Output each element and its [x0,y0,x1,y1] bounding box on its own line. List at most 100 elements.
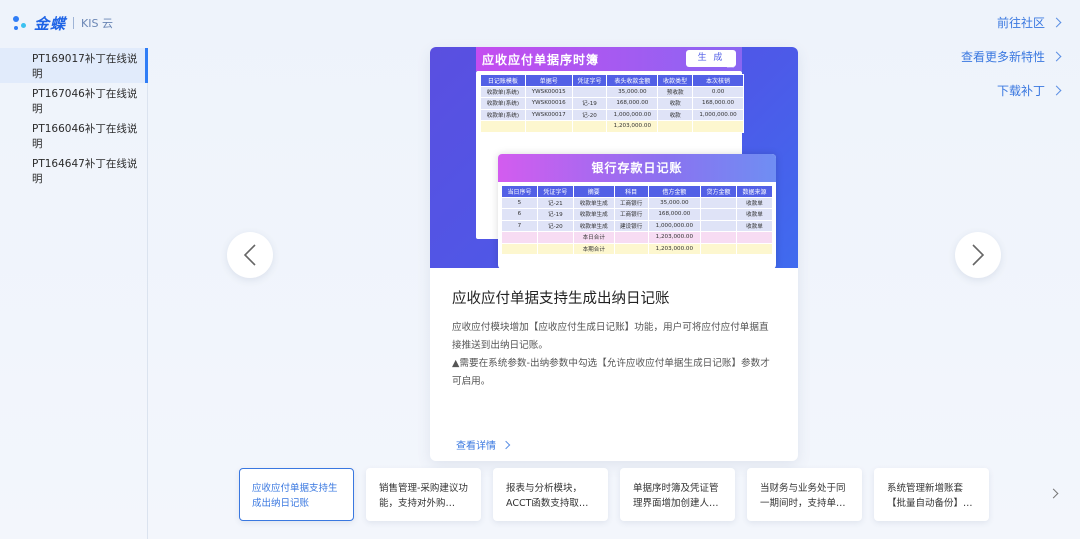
table-cell [571,120,608,133]
table-cell [700,208,737,221]
journal-panel: 银行存款日记账 当日序号 凭证字号 摘要 科目 借方金额 贷方金额 数据来源 5 记-21 收款… [498,154,776,268]
thumbnails-next-button[interactable] [1048,488,1060,500]
thumbnail-item[interactable]: 当财务与业务处于同一期间时，支持单… [747,468,862,521]
table-cell: 记-21 [536,196,574,209]
table-cell: 168,000.00 [692,97,744,110]
table-cell: 35,000.00 [647,196,702,209]
table-cell [536,242,574,255]
table-cell [613,242,649,255]
thumbnail-label: 应收应付单据支持生成出纳日记账 [252,483,338,509]
table-cell: 收款单 [736,196,773,209]
more-features-link[interactable]: 查看更多新特性 [960,48,1062,65]
table-row: 收款单(系统) YWSK00016 记-19 168,000.00 收款 168,000.… [480,97,744,110]
table-cell: 1,203,000.00 [647,231,702,244]
thumbnail-label: 销售管理-采购建议功能，支持对外购… [379,483,468,509]
table-header-cell: 凭证字号 [536,185,574,198]
chevron-right-icon [1048,488,1059,499]
sidebar-item-pt164647[interactable]: PT164647补丁在线说明 [0,153,147,188]
table-header-cell: 借方金额 [647,185,702,198]
table-cell: 工商银行 [613,196,649,209]
hand-cursor-icon: ☝ [726,56,735,72]
table-cell: 0.00 [692,85,744,98]
table-cell: YWSK00017 [524,108,573,121]
table-row: 5 记-21 收款单生成 工商银行 35,000.00 收款单 [501,196,773,209]
feature-card: 应收应付单据序时簿 生 成 ☝ 日记账模板 单据号 凭证字号 表头收款金额 收款类型 本次… [430,47,798,461]
thumbnail-item[interactable]: 单据序时簿及凭证管理界面增加创建人… [620,468,735,521]
table-header-cell: 贷方金额 [700,185,737,198]
thumbnail-item[interactable]: 销售管理-采购建议功能，支持对外购… [366,468,481,521]
table-cell: 收款 [657,108,694,121]
sidebar-item-pt167046[interactable]: PT167046补丁在线说明 [0,83,147,118]
thumbnail-label: 单据序时簿及凭证管理界面增加创建人… [633,483,719,509]
table-cell: 收款单生成 [572,219,615,232]
chevron-right-icon [1051,85,1062,96]
table-header-cell: 科目 [613,185,649,198]
product-name: KIS 云 [81,17,113,30]
table-cell: 收款单(系统) [480,108,526,121]
table-header-cell: 数据来源 [736,185,773,198]
community-link[interactable]: 前往社区 [961,14,1062,31]
more-features-link-label: 查看更多新特性 [960,50,1045,64]
table-row: 收款单(系统) YWSK00015 35,000.00 预收款 0.00 [480,85,744,98]
table-header-cell: 摘要 [572,185,615,198]
table-cell: 本期合计 [572,242,615,255]
thumbnail-label: 当财务与业务处于同一期间时，支持单… [760,483,846,509]
table-cell: 本日合计 [572,231,615,244]
thumbnail-item[interactable]: 应收应付单据支持生成出纳日记账 [239,468,354,521]
table-cell [700,242,737,255]
feature-thumbnails: 应收应付单据支持生成出纳日记账 销售管理-采购建议功能，支持对外购… 报表与分析… [239,468,989,521]
table-row: 1,203,000.00 [480,120,744,133]
table-cell: 1,000,000.00 [647,219,702,232]
chevron-right-icon [1051,51,1062,62]
table-row: 6 记-19 收款单生成 工商银行 168,000.00 收款单 [501,208,773,221]
table-cell: 1,000,000.00 [606,108,659,121]
thumbnail-item[interactable]: 系统管理新增账套【批量自动备份】… [874,468,989,521]
table-header-cell: 单据号 [524,74,573,87]
table-cell: 收款单 [736,208,773,221]
table-header-cell: 收款类型 [657,74,694,87]
sidebar-item-label: PT164647补丁在线说明 [32,157,138,185]
table-row: 本日合计 1,203,000.00 [501,231,773,244]
table-cell: 35,000.00 [606,85,659,98]
table-cell: YWSK00016 [524,97,573,110]
carousel-prev-button[interactable] [227,232,273,278]
table-row: 本期合计 1,203,000.00 [501,242,773,255]
sidebar-item-label: PT166046补丁在线说明 [32,122,138,150]
table-cell: 收款单 [736,219,773,232]
table-cell: 工商银行 [613,208,649,221]
table-cell [700,231,737,244]
card-desc-line2: ▲需要在系统参数-出纳参数中勾选【允许应收应付单据生成日记账】参数才可启用。 [452,358,770,387]
table-cell: 1,000,000.00 [692,108,744,121]
table-cell: 收款单生成 [572,196,615,209]
table-row: 7 记-20 收款单生成 建设银行 1,000,000.00 收款单 [501,219,773,232]
download-patch-link-label: 下载补丁 [996,84,1045,98]
brand-logo[interactable]: 金蝶 KIS 云 [12,12,113,34]
table-cell: 7 [501,219,538,232]
table-cell [736,231,773,244]
chevron-left-icon [243,244,256,266]
table-cell: 6 [501,208,538,221]
right-links: 前往社区 查看更多新特性 下载补丁 [960,14,1062,116]
table-cell [571,85,608,98]
table-cell: 记-19 [536,208,574,221]
sidebar-item-pt166046[interactable]: PT166046补丁在线说明 [0,118,147,153]
table-cell: YWSK00015 [524,85,573,98]
feature-screenshot-image: 应收应付单据序时簿 生 成 ☝ 日记账模板 单据号 凭证字号 表头收款金额 收款类型 本次… [430,47,798,268]
download-patch-link[interactable]: 下载补丁 [961,82,1062,99]
table-header-cell: 表头收款金额 [606,74,659,87]
thumbnail-label: 系统管理新增账套【批量自动备份】… [887,483,973,509]
view-details-link[interactable]: 查看详情 [456,437,511,452]
carousel-next-button[interactable] [955,232,1001,278]
table-cell [536,231,574,244]
card-description: 应收应付模块增加【应收应付生成日记账】功能，用户可将应付应付单据直接推送到出纳日… [452,319,776,391]
sidebar-item-pt169017[interactable]: PT169017补丁在线说明 [0,48,148,83]
community-link-label: 前往社区 [996,16,1045,30]
table-cell [692,120,744,133]
table-cell [613,231,649,244]
thumbnail-item[interactable]: 报表与分析模块，ACCT函数支持取… [493,468,608,521]
table-row: 收款单(系统) YWSK00017 记-20 1,000,000.00 收款 1,000,… [480,108,744,121]
card-body: 应收应付单据支持生成出纳日记账 应收应付模块增加【应收应付生成日记账】功能，用户… [430,268,798,391]
logo-divider [73,17,75,29]
table-cell: 记-20 [571,108,608,121]
voucher-table: 日记账模板 单据号 凭证字号 表头收款金额 收款类型 本次核销 收款单(系统) YWSK00… [480,74,744,133]
